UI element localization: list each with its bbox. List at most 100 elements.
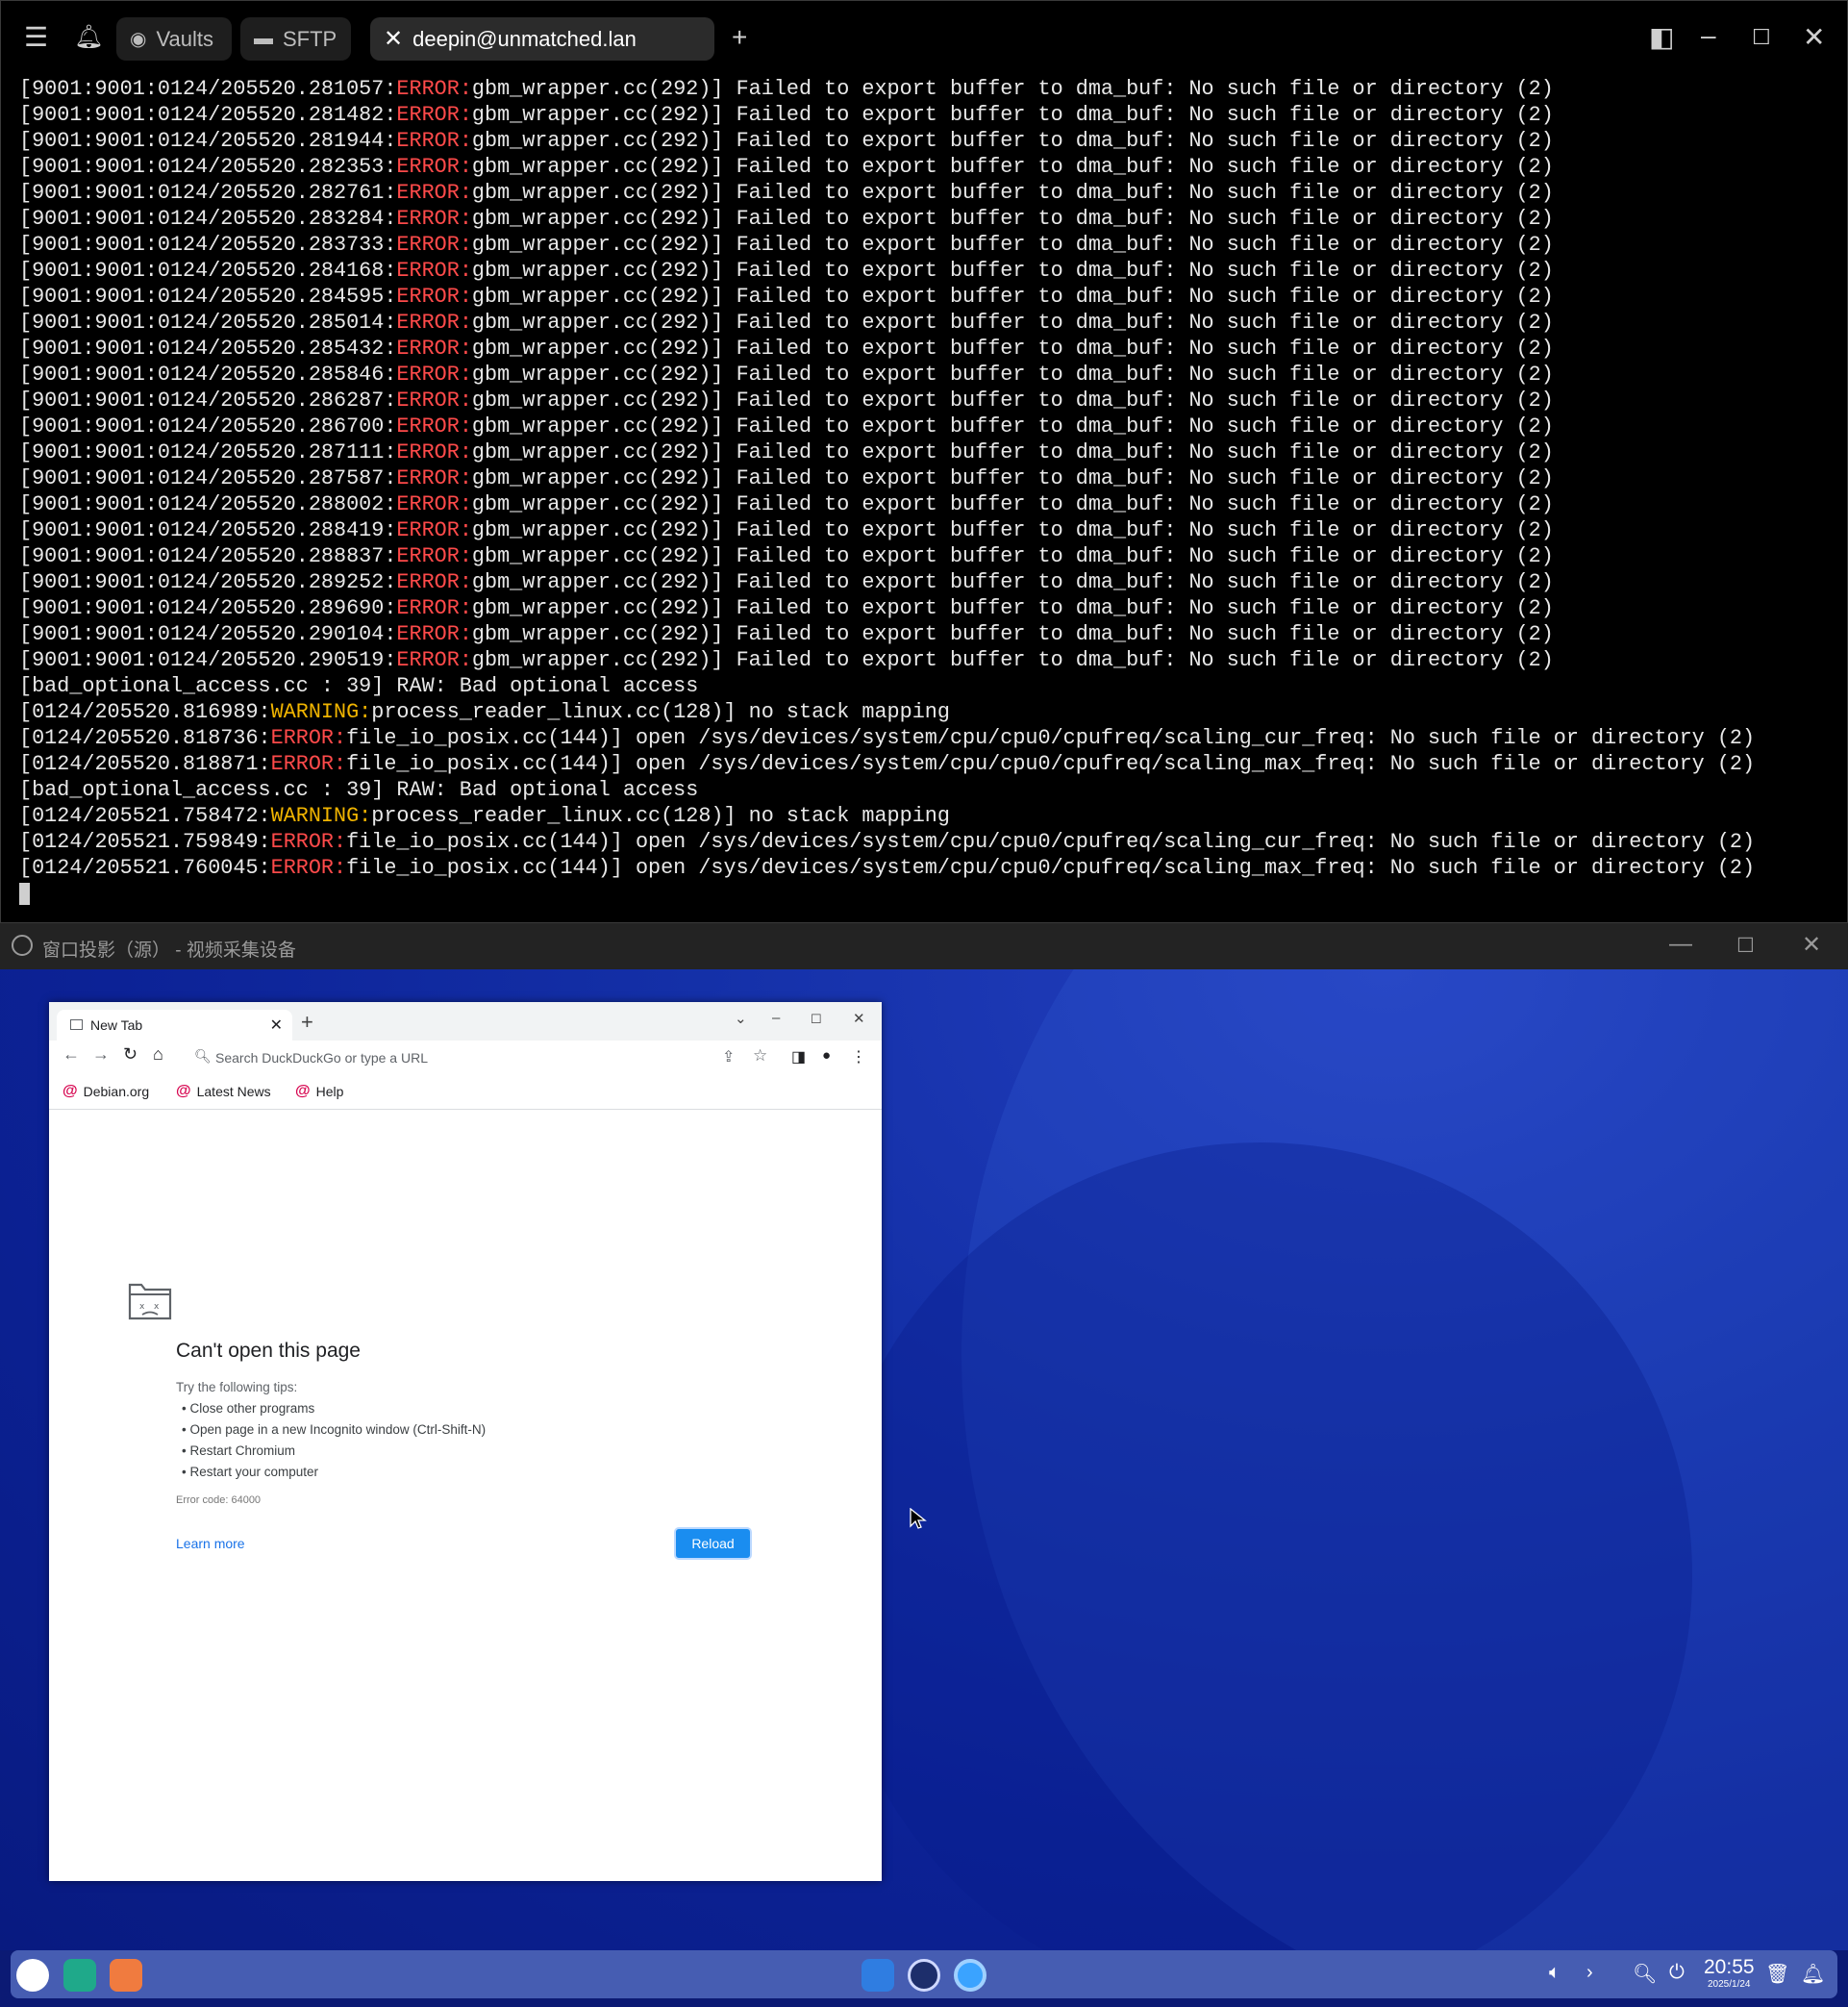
- chromium-icon[interactable]: [954, 1959, 986, 1992]
- volume-muted-icon[interactable]: 🔈︎: [1549, 1962, 1561, 1984]
- terminal-line: [9001:9001:0124/205520.285432:ERROR:gbm_…: [19, 336, 1755, 362]
- tab-ssh-session[interactable]: ✕ deepin@unmatched.lan: [370, 17, 714, 61]
- reload-button[interactable]: Reload: [674, 1527, 752, 1560]
- log-level: ERROR:: [396, 181, 472, 205]
- log-level: ERROR:: [270, 726, 347, 750]
- close-icon[interactable]: ✕: [1802, 931, 1821, 959]
- clock-time[interactable]: 20:55: [1704, 1956, 1755, 1979]
- new-tab-icon[interactable]: +: [301, 1010, 313, 1035]
- log-prefix: [9001:9001:0124/205520.281057:: [19, 77, 397, 101]
- log-prefix: [bad_optional_access.cc : 39] RAW: Bad o…: [19, 778, 699, 802]
- log-level: ERROR:: [396, 259, 472, 283]
- log-level: ERROR:: [396, 518, 472, 542]
- log-message: gbm_wrapper.cc(292)] Failed to export bu…: [471, 544, 1554, 568]
- back-icon[interactable]: ←: [62, 1044, 80, 1065]
- log-level: ERROR:: [396, 363, 472, 387]
- home-icon[interactable]: ⌂: [153, 1044, 163, 1065]
- trash-icon[interactable]: 🗑︎: [1765, 1962, 1789, 1986]
- maximize-icon[interactable]: ☐: [1752, 24, 1771, 51]
- terminal-app-icon[interactable]: [63, 1959, 96, 1992]
- reload-icon[interactable]: ↻: [123, 1044, 137, 1065]
- clock-date[interactable]: 2025/1/24: [1708, 1979, 1751, 1990]
- minimize-icon[interactable]: –: [1701, 22, 1716, 49]
- bookmark-help[interactable]: @ Help: [295, 1083, 343, 1100]
- file-manager-icon[interactable]: [862, 1959, 894, 1992]
- side-panel-icon[interactable]: ◨: [791, 1047, 806, 1066]
- log-prefix: [0124/205520.818871:: [19, 752, 271, 776]
- chevron-right-icon[interactable]: ›: [1586, 1962, 1593, 1984]
- close-window-icon[interactable]: ✕: [1803, 24, 1825, 51]
- share-icon[interactable]: ⇪: [722, 1047, 735, 1066]
- terminal-line: [0124/205520.816989:WARNING:process_read…: [19, 699, 1755, 725]
- terminal-line: [0124/205521.760045:ERROR:file_io_posix.…: [19, 855, 1755, 881]
- new-tab-favicon-icon: [70, 1019, 83, 1030]
- chevron-down-icon[interactable]: ⌄: [735, 1010, 747, 1027]
- minimize-icon[interactable]: —: [1669, 931, 1692, 958]
- tab-label: deepin@unmatched.lan: [412, 26, 637, 51]
- bookmark-star-icon[interactable]: ☆: [753, 1046, 767, 1066]
- log-level: ERROR:: [270, 752, 347, 776]
- log-prefix: [9001:9001:0124/205520.285014:: [19, 311, 397, 335]
- log-message: gbm_wrapper.cc(292)] Failed to export bu…: [471, 440, 1554, 464]
- app-store-icon[interactable]: [110, 1959, 142, 1992]
- log-message: gbm_wrapper.cc(292)] Failed to export bu…: [471, 596, 1554, 620]
- new-tab-icon[interactable]: +: [732, 24, 747, 51]
- log-level: ERROR:: [396, 207, 472, 231]
- tab-sftp[interactable]: ▬ SFTP: [240, 17, 351, 61]
- menu-kebab-icon[interactable]: ⋮: [851, 1047, 866, 1066]
- obs-logo-icon: [12, 935, 33, 956]
- bookmark-latest-news[interactable]: @ Latest News: [176, 1083, 271, 1100]
- omnibox[interactable]: Search DuckDuckGo or type a URL: [215, 1050, 428, 1066]
- learn-more-link[interactable]: Learn more: [176, 1536, 245, 1551]
- terminal-line: [0124/205521.758472:WARNING:process_read…: [19, 803, 1755, 829]
- log-prefix: [bad_optional_access.cc : 39] RAW: Bad o…: [19, 674, 699, 698]
- error-code: Error code: 64000: [176, 1494, 262, 1506]
- terminal-line: [bad_optional_access.cc : 39] RAW: Bad o…: [19, 673, 1755, 699]
- log-level: ERROR:: [396, 155, 472, 179]
- log-message: gbm_wrapper.cc(292)] Failed to export bu…: [471, 414, 1554, 439]
- menu-icon[interactable]: ☰: [24, 24, 48, 51]
- close-tab-icon[interactable]: ✕: [270, 1016, 283, 1035]
- minimize-icon[interactable]: –: [772, 1010, 780, 1026]
- profile-icon[interactable]: ●: [822, 1047, 831, 1064]
- bookmark-label: Latest News: [196, 1084, 271, 1099]
- log-level: ERROR:: [396, 311, 472, 335]
- log-level: ERROR:: [396, 622, 472, 646]
- sidebar-toggle-icon[interactable]: ◧: [1649, 24, 1674, 51]
- log-level: ERROR:: [396, 103, 472, 127]
- log-message: gbm_wrapper.cc(292)] Failed to export bu…: [471, 311, 1554, 335]
- log-prefix: [9001:9001:0124/205520.287111:: [19, 440, 397, 464]
- terminal-line: [9001:9001:0124/205520.287111:ERROR:gbm_…: [19, 439, 1755, 465]
- terminal-line: [9001:9001:0124/205520.288419:ERROR:gbm_…: [19, 517, 1755, 543]
- search-icon[interactable]: 🔍︎: [1633, 1962, 1657, 1986]
- log-level: ERROR:: [396, 596, 472, 620]
- log-message: gbm_wrapper.cc(292)] Failed to export bu…: [471, 207, 1554, 231]
- forward-icon[interactable]: →: [92, 1044, 110, 1065]
- close-icon[interactable]: ✕: [384, 25, 403, 53]
- maximize-icon[interactable]: ☐: [1736, 934, 1755, 958]
- browser-tab[interactable]: New Tab ✕: [57, 1010, 292, 1041]
- log-level: ERROR:: [396, 77, 472, 101]
- tab-vaults[interactable]: ◉ Vaults: [116, 17, 232, 61]
- terminal-line: [9001:9001:0124/205520.282353:ERROR:gbm_…: [19, 154, 1755, 180]
- log-message: gbm_wrapper.cc(292)] Failed to export bu…: [471, 155, 1554, 179]
- terminal-line: [9001:9001:0124/205520.281057:ERROR:gbm_…: [19, 76, 1755, 102]
- bookmark-debian[interactable]: @ Debian.org: [62, 1083, 149, 1100]
- terminal-output[interactable]: [9001:9001:0124/205520.281057:ERROR:gbm_…: [19, 76, 1755, 907]
- maximize-icon[interactable]: ☐: [811, 1012, 822, 1027]
- log-prefix: [9001:9001:0124/205520.285432:: [19, 337, 397, 361]
- bell-icon[interactable]: 🔔︎: [74, 24, 103, 51]
- terminal-line: [bad_optional_access.cc : 39] RAW: Bad o…: [19, 777, 1755, 803]
- log-message: gbm_wrapper.cc(292)] Failed to export bu…: [471, 129, 1554, 153]
- log-level: ERROR:: [396, 570, 472, 594]
- log-level: ERROR:: [396, 414, 472, 439]
- close-icon[interactable]: ✕: [853, 1010, 865, 1027]
- control-center-icon[interactable]: [908, 1959, 940, 1992]
- log-level: ERROR:: [396, 337, 472, 361]
- log-level: ERROR:: [396, 233, 472, 257]
- launcher-icon[interactable]: [16, 1959, 49, 1992]
- log-message: gbm_wrapper.cc(292)] Failed to export bu…: [471, 363, 1554, 387]
- power-icon[interactable]: ⏻: [1669, 1962, 1685, 1984]
- log-level: ERROR:: [396, 648, 472, 672]
- notification-icon[interactable]: 🔔︎: [1801, 1962, 1825, 1986]
